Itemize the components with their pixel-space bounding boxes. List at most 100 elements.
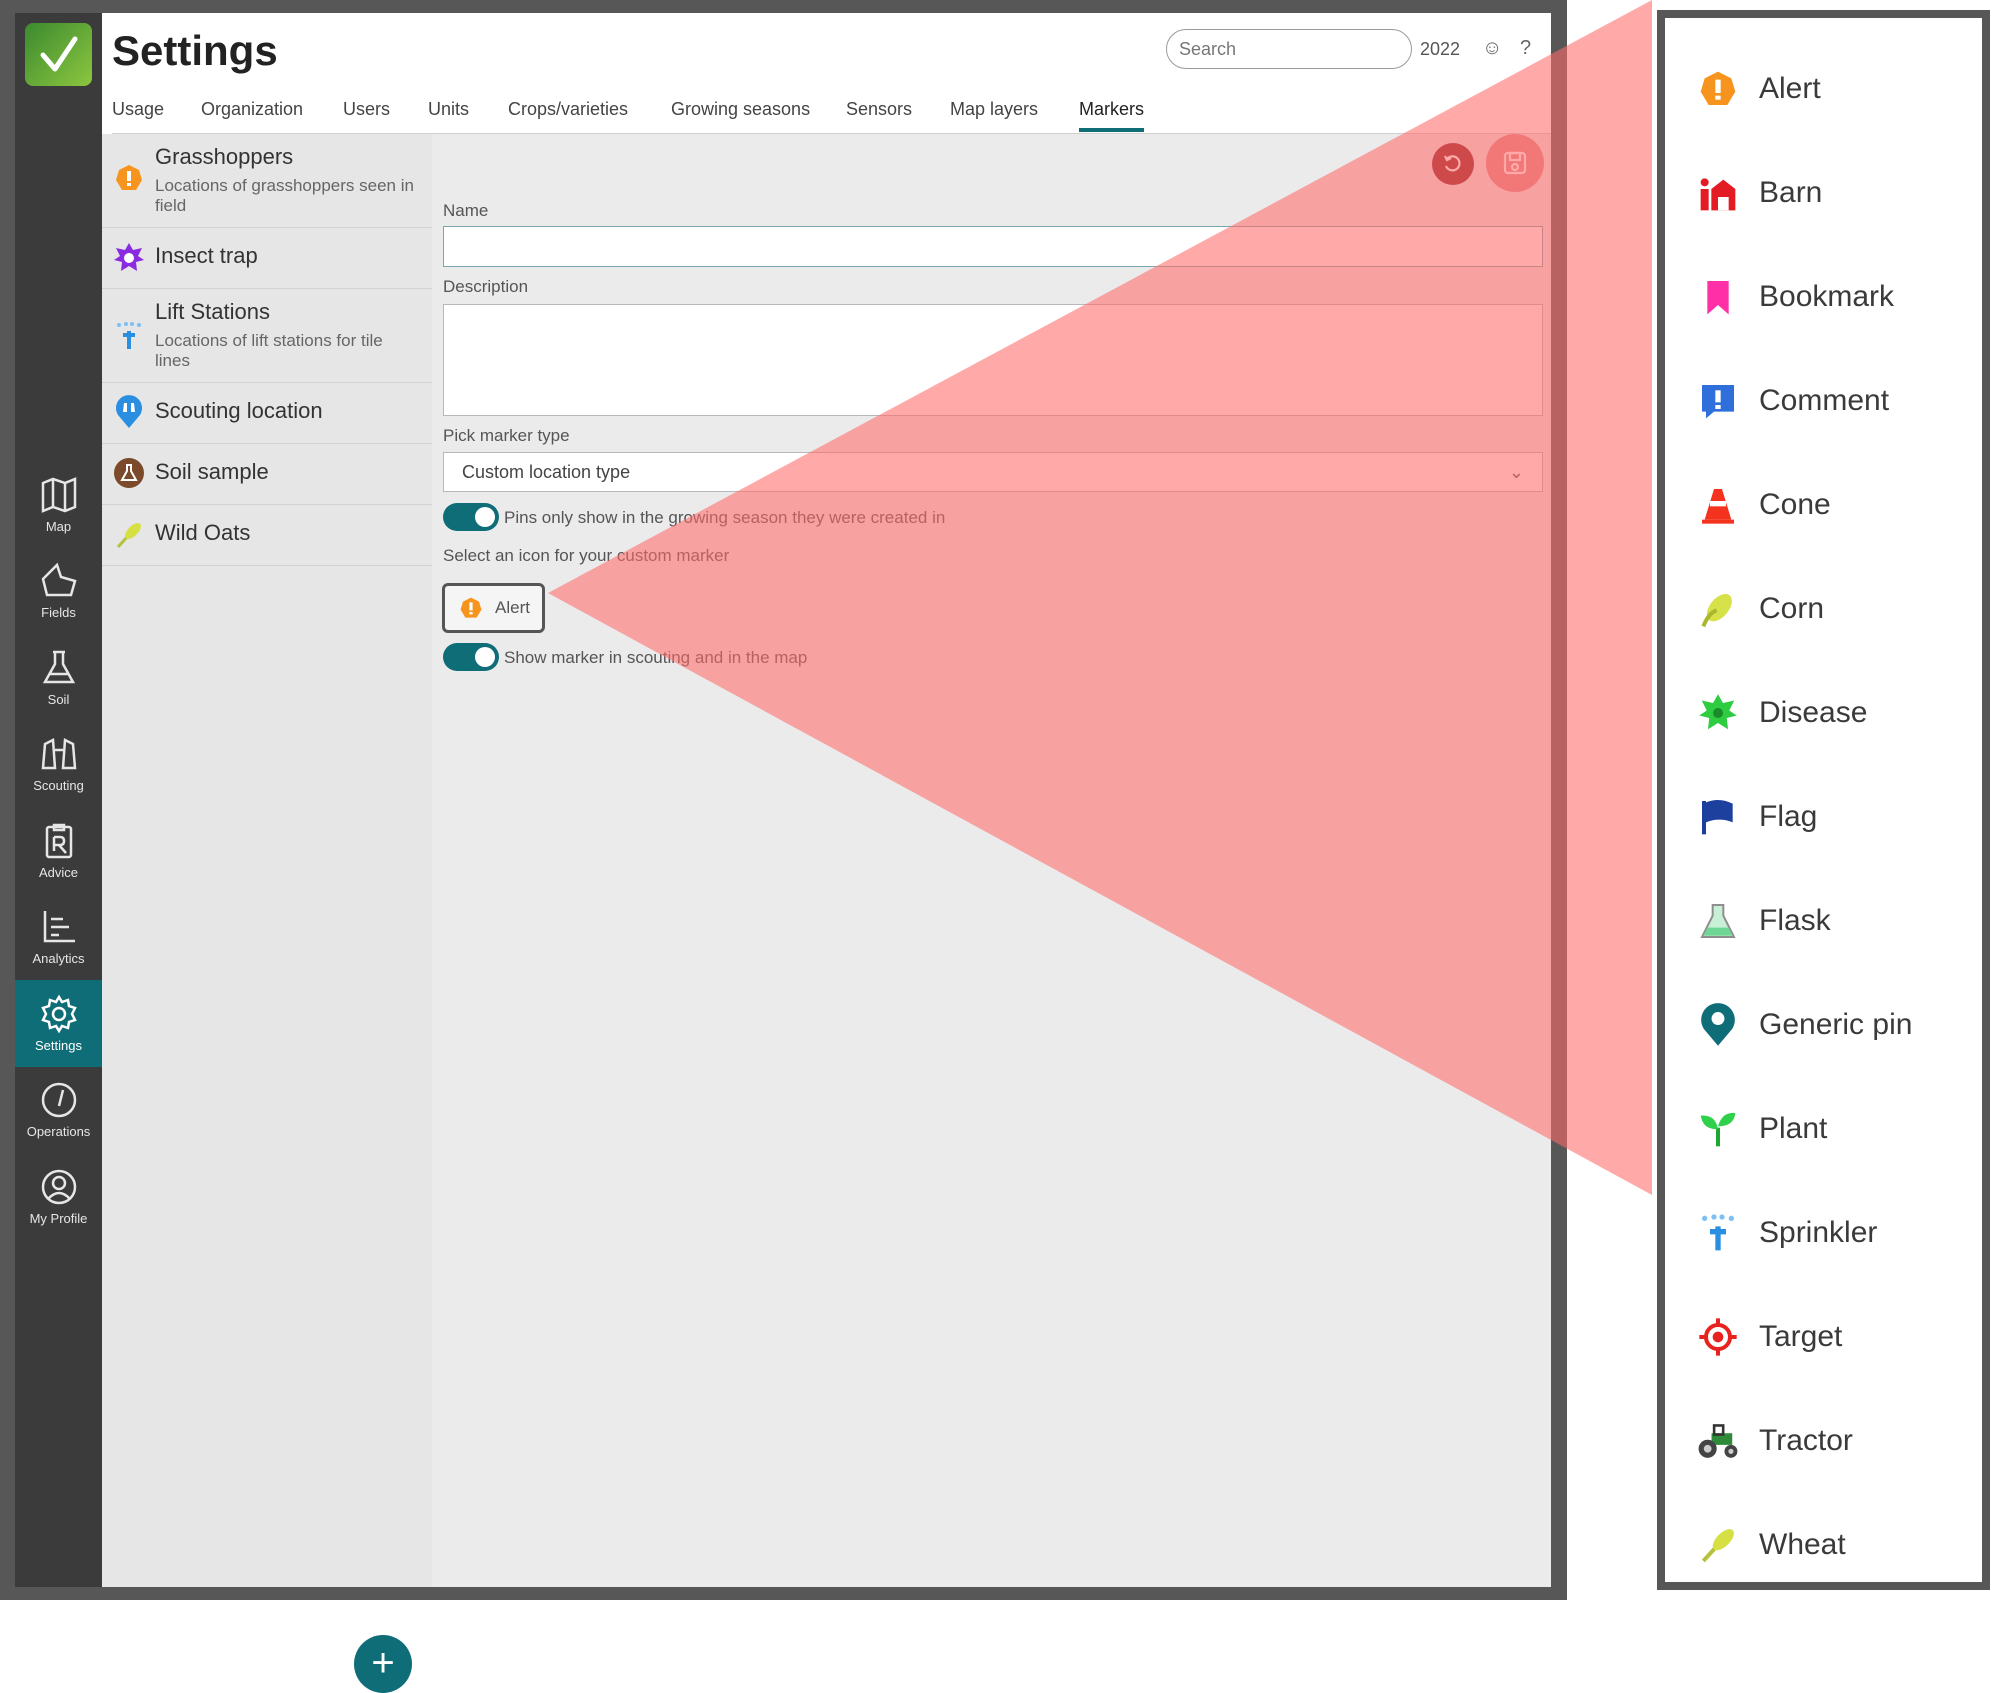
icon-option[interactable]: Corn <box>1695 579 1824 639</box>
marker-type-select[interactable]: Custom location type ⌄ <box>443 452 1543 492</box>
nav-label: Analytics <box>32 951 85 967</box>
tab-organization[interactable]: Organization <box>201 99 303 128</box>
marker-name: Wild Oats <box>155 520 251 545</box>
nav-soil[interactable]: Soil <box>15 634 102 721</box>
fields-icon <box>41 562 77 597</box>
marker-list: Grasshoppers Locations of grasshoppers s… <box>102 134 434 1693</box>
nav-fields[interactable]: Fields <box>15 548 102 635</box>
alert-icon <box>460 597 482 618</box>
marker-list-item[interactable]: Scouting location <box>102 383 432 444</box>
marker-name: Scouting location <box>155 398 323 423</box>
icon-option[interactable]: Comment <box>1695 371 1889 431</box>
alert-icon <box>112 161 146 195</box>
icon-option[interactable]: Sprinkler <box>1695 1203 1877 1263</box>
smiley-icon[interactable]: ☺ <box>1482 37 1502 60</box>
show-marker-toggle[interactable] <box>443 643 499 671</box>
name-label: Name <box>443 201 489 220</box>
icon-option[interactable]: Flask <box>1695 891 1831 951</box>
nav-analytics[interactable]: Analytics <box>15 894 102 981</box>
tractor-icon <box>1695 1418 1741 1464</box>
icon-option-label: Wheat <box>1759 1528 1846 1561</box>
icon-option[interactable]: Wheat <box>1695 1515 1846 1575</box>
nav-label: Soil <box>47 691 70 707</box>
nav-label: Fields <box>41 605 76 621</box>
show-marker-toggle-label: Show marker in scouting and in the map <box>504 648 808 667</box>
name-input[interactable] <box>443 226 1543 267</box>
marker-description: Locations of grasshoppers seen in field <box>155 176 414 215</box>
tab-crops-varieties[interactable]: Crops/varieties <box>508 99 628 128</box>
icon-picker[interactable]: Alert <box>442 583 545 633</box>
marker-list-item[interactable]: Grasshoppers Locations of grasshoppers s… <box>102 134 432 228</box>
cone-icon <box>1695 482 1741 528</box>
icon-option-label: Flag <box>1759 800 1818 833</box>
season-year[interactable]: 2022 <box>1420 39 1460 60</box>
nav-label: Operations <box>26 1124 91 1140</box>
selected-icon-label: Alert <box>495 598 530 617</box>
tab-users[interactable]: Users <box>343 99 390 128</box>
barn-icon <box>1695 170 1741 216</box>
save-icon <box>1503 151 1527 175</box>
tab-sensors[interactable]: Sensors <box>846 99 912 128</box>
plant-icon <box>1695 1106 1741 1152</box>
icon-option-label: Disease <box>1759 696 1868 729</box>
nav-scouting[interactable]: Scouting <box>15 721 102 808</box>
profile-icon <box>41 1169 76 1204</box>
icon-option-label: Flask <box>1759 904 1831 937</box>
icon-option[interactable]: Tractor <box>1695 1411 1853 1471</box>
marker-list-item[interactable]: Wild Oats <box>102 505 432 566</box>
icon-option-label: Barn <box>1759 176 1823 209</box>
pin-icon <box>1695 1002 1741 1048</box>
chevron-down-icon: ⌄ <box>1508 461 1524 482</box>
marker-list-item[interactable]: Lift Stations Locations of lift stations… <box>102 289 432 383</box>
nav-label: Advice <box>38 864 79 880</box>
save-button[interactable] <box>1486 134 1544 192</box>
search-input[interactable] <box>1166 29 1412 69</box>
icon-option[interactable]: Flag <box>1695 787 1817 847</box>
comment-icon <box>1695 378 1741 424</box>
icon-option-label: Generic pin <box>1759 1008 1913 1041</box>
nav-map[interactable]: Map <box>15 461 102 548</box>
tab-usage[interactable]: Usage <box>112 99 164 128</box>
icon-option[interactable]: Target <box>1695 1307 1842 1367</box>
pins-season-toggle[interactable] <box>443 503 499 531</box>
chart-icon <box>43 911 75 943</box>
nav-operations[interactable]: Operations <box>15 1067 102 1154</box>
nav-settings[interactable]: Settings <box>15 980 102 1067</box>
tab-markers[interactable]: Markers <box>1079 99 1145 132</box>
tab-units[interactable]: Units <box>428 99 469 128</box>
help-icon[interactable]: ? <box>1520 37 1531 60</box>
marker-list-item[interactable]: Insect trap <box>102 228 432 289</box>
sprinkler-icon <box>1695 1210 1741 1256</box>
nav-advice[interactable]: Advice <box>15 807 102 894</box>
marker-name: Insect trap <box>155 243 258 268</box>
flask-icon <box>42 650 75 683</box>
icon-option[interactable]: Cone <box>1695 475 1831 535</box>
description-input[interactable] <box>443 304 1543 416</box>
icon-option[interactable]: Plant <box>1695 1099 1827 1159</box>
tab-growing-seasons[interactable]: Growing seasons <box>671 99 810 128</box>
icon-option[interactable]: Disease <box>1695 683 1867 743</box>
tab-map-layers[interactable]: Map layers <box>950 99 1038 128</box>
icon-option[interactable]: Bookmark <box>1695 267 1894 327</box>
target-icon <box>1695 1314 1741 1360</box>
app-logo[interactable] <box>25 23 92 86</box>
marker-name: Soil sample <box>155 459 269 484</box>
disease-icon <box>1695 690 1741 736</box>
flask-icon <box>1695 898 1741 944</box>
nav-label: Settings <box>35 1037 82 1053</box>
nav-my-profile[interactable]: My Profile <box>15 1153 102 1240</box>
nav-label: Map <box>45 518 72 534</box>
icon-option[interactable]: Generic pin <box>1695 995 1912 1055</box>
nav-label: My Profile <box>29 1210 88 1226</box>
icon-option[interactable]: Barn <box>1695 163 1822 223</box>
flask-pin-icon <box>112 456 146 490</box>
logo-check-icon <box>40 36 77 71</box>
corn-icon <box>1695 586 1741 632</box>
marker-description: Locations of lift stations for tile line… <box>155 331 383 370</box>
map-icon <box>41 476 76 513</box>
marker-list-item[interactable]: Soil sample <box>102 444 432 505</box>
add-marker-button[interactable]: + <box>354 1635 412 1693</box>
revert-button[interactable] <box>1432 143 1474 185</box>
description-label: Description <box>443 277 529 296</box>
icon-option[interactable]: Alert <box>1695 59 1821 119</box>
